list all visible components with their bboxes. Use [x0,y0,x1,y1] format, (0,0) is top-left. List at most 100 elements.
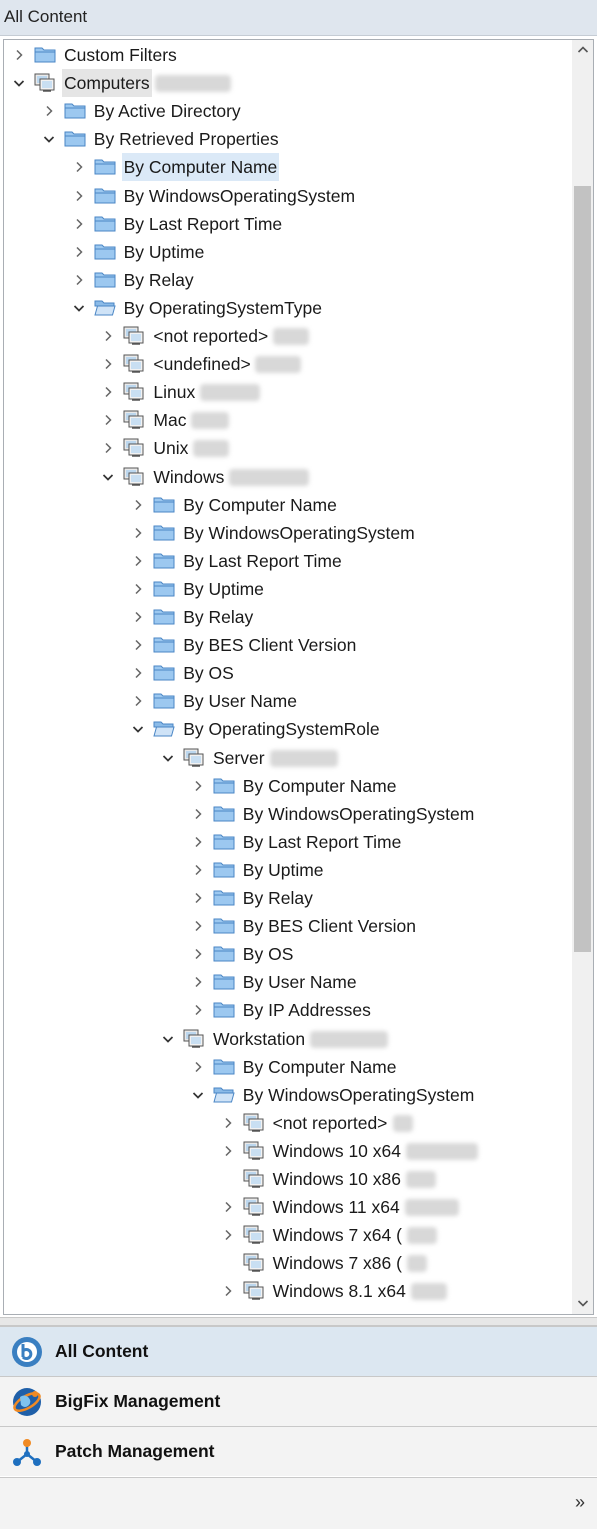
tree-node[interactable]: By WindowsOperatingSystem [4,1081,572,1109]
chevron-right-icon[interactable] [221,1221,235,1249]
scroll-up-arrow-icon[interactable] [572,40,593,61]
nav-bigfix-management[interactable]: BigFix Management [0,1376,597,1426]
tree-node[interactable]: By BES Client Version [4,912,572,940]
tree-node[interactable]: By Computer Name [4,491,572,519]
chevron-down-icon[interactable] [72,294,86,322]
tree-node[interactable]: By BES Client Version [4,631,572,659]
nav-patch-management[interactable]: Patch Management [0,1426,597,1476]
tree-node[interactable]: Computers [4,69,572,98]
vertical-scrollbar[interactable] [572,40,593,1314]
tree-node[interactable]: By OperatingSystemType [4,294,572,322]
tree-node[interactable]: By Uptime [4,575,572,603]
chevron-right-icon[interactable] [131,547,145,575]
tree-node-label: By OperatingSystemType [123,297,323,318]
chevron-right-icon[interactable] [191,772,205,800]
tree-node[interactable]: By Computer Name [4,1053,572,1081]
chevron-right-icon[interactable] [191,912,205,940]
chevron-right-icon[interactable] [221,1109,235,1137]
configure-buttons-icon[interactable]: » [575,1492,585,1513]
tree-node[interactable]: By Last Report Time [4,547,572,575]
tree-node[interactable]: By WindowsOperatingSystem [4,519,572,547]
tree-node[interactable]: Windows 8.1 x64 [4,1277,572,1305]
chevron-right-icon[interactable] [12,41,26,69]
tree-node[interactable]: By WindowsOperatingSystem [4,800,572,828]
chevron-right-icon[interactable] [131,603,145,631]
tree-node[interactable]: Server [4,744,572,772]
chevron-down-icon[interactable] [191,1081,205,1109]
chevron-right-icon[interactable] [131,575,145,603]
chevron-right-icon[interactable] [101,378,115,406]
chevron-right-icon[interactable] [101,406,115,434]
tree-node[interactable]: By Relay [4,884,572,912]
tree-node[interactable]: Windows 10 x64 [4,1137,572,1165]
tree-node[interactable]: By Computer Name [4,153,572,182]
chevron-right-icon[interactable] [72,210,86,238]
tree-node[interactable]: Unix [4,434,572,462]
tree-node[interactable]: By IP Addresses [4,996,572,1024]
chevron-right-icon[interactable] [72,238,86,266]
tree-node[interactable]: <undefined> [4,350,572,378]
chevron-right-icon[interactable] [72,266,86,294]
tree-node[interactable]: By Last Report Time [4,210,572,238]
tree-node[interactable]: By Active Directory [4,97,572,125]
chevron-right-icon[interactable] [191,940,205,968]
chevron-right-icon[interactable] [101,350,115,378]
chevron-right-icon[interactable] [191,1053,205,1081]
tree-node[interactable]: <not reported> [4,1109,572,1137]
tree-node[interactable]: By Retrieved Properties [4,125,572,153]
tree-node[interactable]: Windows [4,463,572,491]
tree-node[interactable]: By Relay [4,603,572,631]
chevron-right-icon[interactable] [191,800,205,828]
chevron-down-icon[interactable] [42,125,56,153]
chevron-right-icon[interactable] [191,856,205,884]
chevron-down-icon[interactable] [161,744,175,772]
chevron-right-icon[interactable] [131,659,145,687]
chevron-right-icon[interactable] [72,153,86,181]
scrollbar-thumb[interactable] [574,186,591,952]
nav-all-content[interactable]: All Content [0,1326,597,1376]
chevron-right-icon[interactable] [42,97,56,125]
chevron-down-icon[interactable] [101,463,115,491]
tree-node[interactable]: Mac [4,406,572,434]
tree-node[interactable]: By Uptime [4,856,572,884]
tree-node[interactable]: Windows 7 x86 ( [4,1249,572,1277]
chevron-right-icon[interactable] [221,1277,235,1305]
tree-node[interactable]: By OS [4,940,572,968]
tree-node[interactable]: Windows 11 x64 [4,1193,572,1221]
chevron-right-icon[interactable] [221,1137,235,1165]
tree-node[interactable]: By OS [4,659,572,687]
chevron-right-icon[interactable] [101,322,115,350]
tree-node[interactable]: By Uptime [4,238,572,266]
chevron-right-icon[interactable] [72,182,86,210]
tree-node[interactable]: By WindowsOperatingSystem [4,182,572,210]
tree-node[interactable]: By Relay [4,266,572,294]
nav-footer: » [0,1477,597,1529]
chevron-right-icon[interactable] [191,968,205,996]
tree-node[interactable]: By User Name [4,687,572,715]
tree-node[interactable]: Custom Filters [4,41,572,69]
tree-node[interactable]: <not reported> [4,322,572,350]
tree-node[interactable]: By Last Report Time [4,828,572,856]
chevron-right-icon[interactable] [221,1193,235,1221]
chevron-right-icon[interactable] [101,434,115,462]
tree-node[interactable]: By Computer Name [4,772,572,800]
chevron-right-icon[interactable] [131,631,145,659]
chevron-right-icon[interactable] [131,687,145,715]
tree-node[interactable]: Windows 7 x64 ( [4,1221,572,1249]
chevron-down-icon[interactable] [161,1025,175,1053]
tree-node[interactable]: By User Name [4,968,572,996]
tree-node[interactable]: Windows 10 x86 [4,1165,572,1193]
chevron-right-icon[interactable] [191,996,205,1024]
tree-node[interactable]: Linux [4,378,572,406]
scroll-down-arrow-icon[interactable] [572,1293,593,1314]
chevron-right-icon[interactable] [191,884,205,912]
chevron-down-icon[interactable] [131,715,145,743]
chevron-right-icon[interactable] [131,519,145,547]
chevron-right-icon[interactable] [131,491,145,519]
content-tree[interactable]: Custom Filters Computers By Active Directo… [4,40,572,1314]
chevron-right-icon[interactable] [191,828,205,856]
chevron-down-icon[interactable] [12,69,26,97]
tree-node[interactable]: By OperatingSystemRole [4,715,572,743]
tree-node[interactable]: Workstation [4,1025,572,1053]
pane-splitter[interactable] [0,1317,597,1326]
